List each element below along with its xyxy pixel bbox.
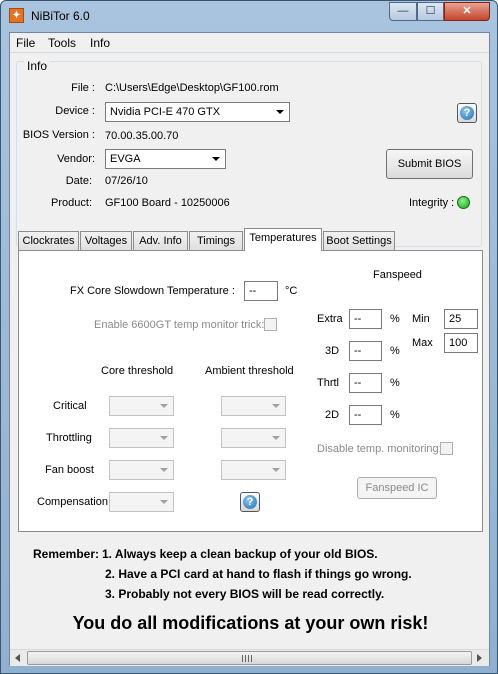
fan-2d-label: 2D [325, 409, 340, 421]
disable-temp-monitoring-label: Disable temp. monitoring: [317, 443, 442, 455]
enable-6600gt-checkbox[interactable] [264, 318, 277, 331]
app-icon[interactable]: ✦ [9, 8, 24, 23]
throttling-ambient-select[interactable] [221, 428, 286, 448]
critical-label: Critical [53, 400, 87, 412]
temperatures-panel: FX Core Slowdown Temperature : -- °C Ena… [18, 250, 483, 532]
device-select[interactable]: Nvidia PCI-E 470 GTX [105, 102, 290, 122]
date-label: Date: [65, 175, 92, 187]
help-button[interactable]: ? [457, 103, 477, 123]
vendor-label: Vendor: [57, 153, 95, 165]
menu-info[interactable]: Info [90, 36, 110, 50]
chevron-down-icon [272, 404, 280, 408]
close-button[interactable]: ✕ [444, 2, 490, 21]
menu-bar: File Tools Info [10, 33, 489, 53]
minimize-button[interactable]: — [389, 2, 417, 21]
window-title: NiBiTor 6.0 [31, 9, 90, 23]
fan-extra-input[interactable]: -- [349, 309, 382, 329]
date-value: 07/26/10 [105, 175, 148, 187]
scroll-left-icon[interactable] [15, 654, 20, 662]
remember-line-1: 1. Always keep a clean backup of your ol… [102, 547, 378, 561]
fan-extra-label: Extra [317, 313, 343, 325]
app-window: ✦ NiBiTor 6.0 — ☐ ✕ File Tools Info Info… [0, 0, 498, 674]
fan-3d-unit: % [390, 345, 400, 357]
chevron-down-icon [160, 500, 168, 504]
scrollbar-thumb[interactable] [27, 651, 472, 665]
bios-version-label: BIOS Version : [22, 129, 95, 141]
grip-icon [242, 655, 252, 662]
title-bar[interactable]: ✦ NiBiTor 6.0 — ☐ ✕ [1, 1, 497, 31]
fanspeed-ic-button[interactable]: Fanspeed IC [357, 477, 437, 499]
fan-max-input[interactable]: 100 [444, 333, 478, 353]
device-label: Device : [55, 105, 95, 117]
maximize-button[interactable]: ☐ [417, 2, 444, 21]
horizontal-scrollbar[interactable] [10, 649, 489, 666]
throttling-label: Throttling [46, 432, 92, 444]
product-value: GF100 Board - 10250006 [105, 197, 230, 209]
chevron-down-icon [212, 157, 220, 161]
fan-3d-input[interactable]: -- [349, 341, 382, 361]
file-path: C:\Users\Edge\Desktop\GF100.rom [105, 82, 279, 94]
menu-file[interactable]: File [16, 36, 35, 50]
fan-boost-label: Fan boost [45, 464, 94, 476]
fan-2d-input[interactable]: -- [349, 405, 382, 425]
fan-thrtl-label: Thrtl [317, 377, 339, 389]
help-icon: ? [243, 495, 257, 509]
bios-version-value: 70.00.35.00.70 [105, 130, 179, 142]
remember-line-2: 2. Have a PCI card at hand to flash if t… [105, 567, 412, 581]
tab-timings[interactable]: Timings [189, 231, 243, 250]
client-area: File Tools Info Info File : C:\Users\Edg… [9, 32, 490, 666]
fan-boost-core-select[interactable] [109, 460, 174, 480]
chevron-down-icon [160, 468, 168, 472]
fan-3d-label: 3D [325, 345, 340, 357]
product-label: Product: [51, 197, 92, 209]
fan-boost-ambient-select[interactable] [221, 460, 286, 480]
info-group-label: Info [24, 59, 51, 73]
chevron-down-icon [272, 468, 280, 472]
chevron-down-icon [272, 436, 280, 440]
slowdown-temp-unit: °C [285, 285, 298, 297]
temps-help-button[interactable]: ? [240, 492, 260, 512]
compensation-label: Compensation [37, 496, 108, 508]
enable-6600gt-label: Enable 6600GT temp monitor trick: [94, 319, 265, 331]
tab-clockrates[interactable]: Clockrates [18, 231, 79, 250]
fan-thrtl-input[interactable]: -- [349, 373, 382, 393]
help-icon: ? [460, 106, 474, 120]
vendor-select[interactable]: EVGA [105, 149, 226, 169]
integrity-status-icon [457, 196, 470, 209]
remember-line-3: 3. Probably not every BIOS will be read … [105, 587, 385, 601]
fan-min-input[interactable]: 25 [444, 309, 478, 329]
menu-tools[interactable]: Tools [48, 36, 76, 50]
tab-temperatures[interactable]: Temperatures [244, 228, 322, 251]
submit-bios-button[interactable]: Submit BIOS [386, 149, 473, 179]
chevron-down-icon [276, 110, 284, 114]
fan-max-label: Max [412, 337, 433, 349]
fan-2d-unit: % [390, 409, 400, 421]
tab-boot-settings[interactable]: Boot Settings [323, 231, 395, 250]
ambient-threshold-header: Ambient threshold [205, 365, 294, 377]
throttling-core-select[interactable] [109, 428, 174, 448]
integrity-label: Integrity : [409, 197, 455, 209]
vendor-select-value: EVGA [110, 153, 141, 165]
critical-core-select[interactable] [109, 396, 174, 416]
device-select-value: Nvidia PCI-E 470 GTX [110, 106, 221, 118]
fan-min-label: Min [412, 313, 430, 325]
risk-warning: You do all modifications at your own ris… [72, 613, 429, 633]
scroll-right-icon[interactable] [477, 654, 482, 662]
slowdown-temp-label: FX Core Slowdown Temperature : [70, 285, 235, 297]
core-threshold-header: Core threshold [101, 365, 174, 377]
tab-voltages[interactable]: Voltages [80, 231, 132, 250]
fan-extra-unit: % [390, 313, 400, 325]
compensation-core-select[interactable] [109, 492, 174, 512]
chevron-down-icon [160, 404, 168, 408]
file-label: File : [71, 82, 95, 94]
fanspeed-title: Fanspeed [373, 269, 422, 281]
tab-adv-info[interactable]: Adv. Info [133, 231, 188, 250]
critical-ambient-select[interactable] [221, 396, 286, 416]
remember-label: Remember: [33, 547, 100, 561]
fan-thrtl-unit: % [390, 377, 400, 389]
disable-temp-monitoring-checkbox[interactable] [440, 442, 453, 455]
slowdown-temp-input[interactable]: -- [244, 281, 278, 301]
chevron-down-icon [160, 436, 168, 440]
